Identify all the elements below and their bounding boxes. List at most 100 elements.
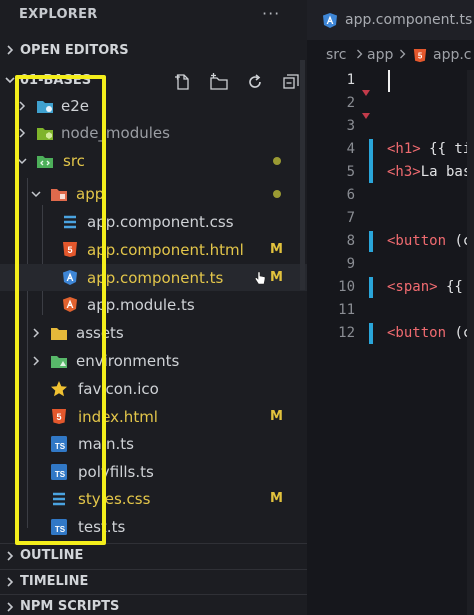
tree-item-main-ts[interactable]: TS main.ts (0, 430, 307, 457)
tree-item-label: app.module.ts (87, 295, 195, 314)
modified-dot (273, 189, 281, 198)
tree-item-label: index.html (78, 407, 158, 426)
line-number: 2 (346, 95, 355, 111)
svg-text:TS: TS (55, 470, 66, 479)
tree-item-app[interactable]: app (0, 180, 307, 207)
explorer-title: EXPLORER (19, 7, 98, 22)
line-number: 9 (346, 256, 355, 272)
line-number: 3 (346, 118, 355, 134)
section-timeline[interactable]: TIMELINE (0, 569, 307, 593)
more-actions-icon[interactable]: ··· (262, 4, 280, 23)
folder-e2e-icon (36, 97, 54, 115)
editor-tab[interactable]: app.component.ts (307, 0, 474, 40)
line-number: 4 (346, 141, 355, 157)
tree-item-label: environments (76, 351, 180, 370)
line-number: 12 (338, 325, 355, 341)
folder-env-icon (50, 352, 68, 370)
git-deleted-marker (362, 90, 370, 96)
tree-item-app-module-ts[interactable]: app.module.ts (0, 291, 307, 318)
chevron-right-icon (15, 126, 29, 140)
tree-item-index-html[interactable]: 5 index.html M (0, 403, 307, 430)
section-label: OUTLINE (20, 548, 84, 563)
editor-scrollbar[interactable] (467, 70, 474, 615)
chevron-right-icon (0, 45, 20, 55)
code-tag: <span> (387, 279, 438, 295)
refresh-icon[interactable] (240, 70, 270, 94)
chevron-right-icon (399, 47, 406, 63)
new-folder-icon[interactable] (204, 70, 234, 94)
tree-item-label: node_modules (61, 123, 170, 142)
chevron-down-icon (29, 187, 43, 201)
tree-item-e2e[interactable]: e2e (0, 92, 307, 119)
svg-text:5: 5 (67, 245, 72, 255)
code-text: La bas (420, 164, 472, 180)
tree-item-label: assets (76, 323, 124, 342)
breadcrumb-item[interactable]: app.c (433, 47, 472, 63)
section-open-editors[interactable]: OPEN EDITORS (0, 38, 307, 62)
modified-badge: M (270, 491, 283, 506)
tree-item-label: app.component.ts (87, 268, 224, 287)
css-icon (61, 213, 79, 231)
folder-src-icon (36, 152, 54, 170)
breadcrumb-item[interactable]: app (367, 47, 393, 63)
tree-item-label: styles.css (78, 489, 151, 508)
svg-text:5: 5 (418, 52, 423, 61)
tree-item-environments[interactable]: environments (0, 347, 307, 374)
tree-item-favicon[interactable]: favicon.ico (0, 375, 307, 402)
section-npm-scripts[interactable]: NPM SCRIPTS (0, 594, 307, 615)
tree-item-src[interactable]: src (0, 147, 307, 174)
code-line-10[interactable]: <span> {{ (387, 279, 463, 295)
chevron-right-icon (0, 576, 20, 587)
tree-item-label: main.ts (78, 434, 134, 453)
pointer-hand-icon (254, 271, 266, 285)
tree-item-styles-css[interactable]: styles.css M (0, 485, 307, 512)
code-line-12[interactable]: <button (c (387, 325, 471, 341)
git-change-bar (369, 139, 373, 183)
code-tag: <h1> (387, 141, 421, 157)
html5-icon: 5 (50, 408, 68, 426)
tree-item-app-component-html[interactable]: 5 app.component.html M (0, 236, 307, 263)
angular-icon (322, 12, 338, 33)
typescript-icon: TS (50, 435, 68, 453)
section-label: OPEN EDITORS (20, 42, 129, 58)
new-file-icon[interactable] (168, 70, 198, 94)
modified-badge: M (270, 409, 283, 424)
folder-node-icon (36, 124, 54, 142)
folder-assets-icon (50, 324, 68, 342)
text-cursor (388, 70, 390, 92)
section-outline[interactable]: OUTLINE (0, 543, 307, 567)
sidebar-scrollbar[interactable] (300, 60, 305, 290)
breadcrumb: src app 5 app.c (307, 40, 474, 70)
code-line-4[interactable]: <h1> {{ ti (387, 141, 471, 157)
line-number: 8 (346, 233, 355, 249)
tab-label: app.component.ts (345, 12, 473, 28)
code-line-5[interactable]: <h3>La bas (387, 164, 471, 180)
tree-item-polyfills-ts[interactable]: TS polyfills.ts (0, 458, 307, 485)
tree-item-test-ts[interactable]: TS test.ts (0, 513, 307, 540)
tree-item-app-component-css[interactable]: app.component.css (0, 208, 307, 235)
code-tag: <h3> (387, 164, 421, 180)
code-text: {{ (437, 279, 463, 295)
git-change-bar (369, 323, 373, 344)
section-label: NPM SCRIPTS (20, 599, 120, 614)
tree-item-assets[interactable]: assets (0, 319, 307, 346)
modified-badge: M (270, 242, 283, 257)
chevron-right-icon (356, 47, 363, 63)
folder-app-icon (50, 185, 68, 203)
breadcrumb-item[interactable]: src (326, 47, 346, 63)
angular-icon (61, 269, 79, 287)
svg-text:TS: TS (55, 525, 66, 534)
chevron-right-icon (29, 326, 43, 340)
chevron-right-icon (0, 601, 20, 612)
code-tag: <button (387, 233, 447, 249)
tree-item-label: app.component.css (87, 212, 234, 231)
code-text: {{ ti (420, 141, 472, 157)
section-label: 01-BASES (20, 72, 92, 88)
tree-item-label: favicon.ico (78, 379, 159, 398)
code-line-8[interactable]: <button (c (387, 233, 471, 249)
tree-item-label: test.ts (78, 517, 126, 536)
tree-item-node-modules[interactable]: node_modules (0, 119, 307, 146)
line-number: 7 (346, 210, 355, 226)
line-number: 6 (346, 187, 355, 203)
git-change-bar (369, 277, 373, 298)
